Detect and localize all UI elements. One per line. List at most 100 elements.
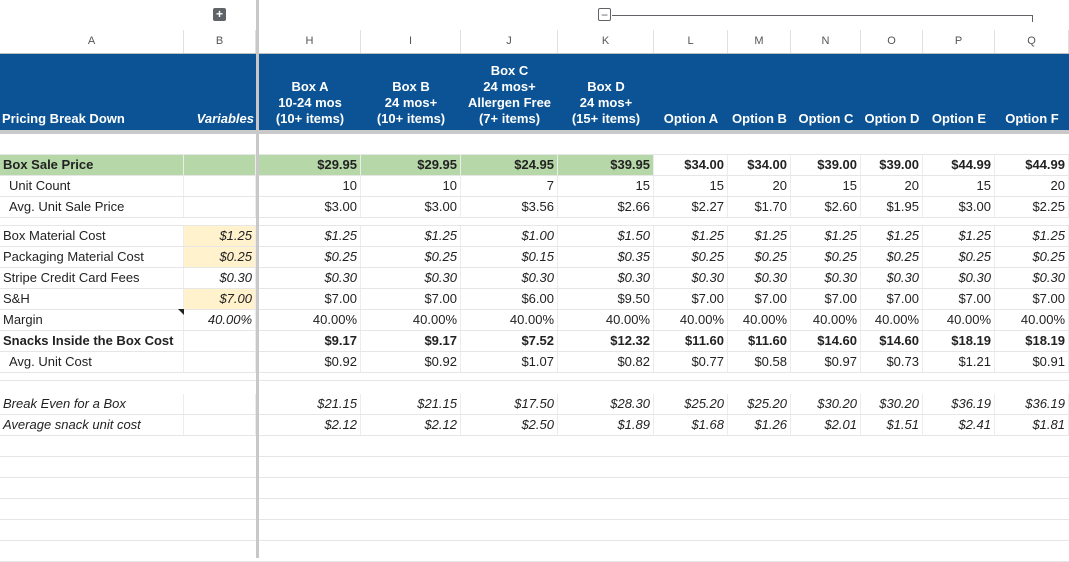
cell-value[interactable]: $29.95 [361,155,461,175]
cell-value[interactable]: $2.66 [558,197,654,217]
cell-value[interactable]: $1.51 [861,415,923,435]
cell-value[interactable]: $2.50 [461,415,558,435]
header-option-b[interactable]: Option B [728,111,791,127]
cell-value[interactable]: $3.00 [923,197,995,217]
cell-value[interactable]: $36.19 [923,394,995,414]
cell-value[interactable]: $2.01 [791,415,861,435]
cell-label[interactable]: Box Material Cost [0,226,184,246]
header-box-b[interactable]: Box B 24 mos+ (10+ items) [361,79,461,127]
cell-value[interactable]: 7 [461,176,558,196]
cell-value[interactable]: $7.00 [861,289,923,309]
header-option-d[interactable]: Option D [861,111,923,127]
cell-value[interactable]: $6.00 [461,289,558,309]
col-header-h[interactable]: H [259,30,361,53]
cell-label[interactable]: Packaging Material Cost [0,247,184,267]
cell-value[interactable]: 15 [791,176,861,196]
cell-value[interactable]: $0.58 [728,352,791,372]
cell-value[interactable]: $2.60 [791,197,861,217]
col-header-k[interactable]: K [558,30,654,53]
cell-label[interactable]: Snacks Inside the Box Cost [0,331,184,351]
cell-value[interactable]: $2.27 [654,197,728,217]
cell-value[interactable]: 40.00% [361,310,461,330]
cell-value[interactable]: $0.30 [923,268,995,288]
cell-value[interactable]: $0.97 [791,352,861,372]
header-option-f[interactable]: Option F [995,111,1069,127]
cell-value[interactable]: $1.25 [995,226,1069,246]
header-option-a[interactable]: Option A [654,111,728,127]
cell-value[interactable]: 40.00% [558,310,654,330]
cell-value[interactable]: $36.19 [995,394,1069,414]
col-header-i[interactable]: I [361,30,461,53]
col-header-n[interactable]: N [791,30,861,53]
cell-value[interactable]: $1.68 [654,415,728,435]
cell-value[interactable]: $0.25 [259,247,361,267]
frozen-column-divider[interactable] [256,0,259,558]
cell-label[interactable]: Margin [0,310,184,330]
cell-variable[interactable]: $7.00 [184,289,256,309]
cell-variable[interactable] [184,352,256,372]
cell-variable[interactable] [184,394,256,414]
cell-value[interactable]: $28.30 [558,394,654,414]
cell-value[interactable]: $0.35 [558,247,654,267]
cell-value[interactable]: $1.25 [654,226,728,246]
col-header-a[interactable]: A [0,30,184,53]
collapse-group-button[interactable]: − [598,8,611,21]
header-variables[interactable]: Variables [184,111,254,127]
header-box-a[interactable]: Box A 10-24 mos (10+ items) [259,79,361,127]
cell-value[interactable]: $0.25 [861,247,923,267]
cell-value[interactable]: $0.77 [654,352,728,372]
cell-variable[interactable]: $0.25 [184,247,256,267]
cell-value[interactable]: $7.00 [361,289,461,309]
cell-value[interactable]: $0.30 [361,268,461,288]
cell-value[interactable]: $7.00 [791,289,861,309]
cell-value[interactable]: $0.92 [259,352,361,372]
cell-value[interactable]: $1.07 [461,352,558,372]
cell-value[interactable]: $1.25 [259,226,361,246]
cell-value[interactable]: 40.00% [728,310,791,330]
cell-value[interactable]: $39.00 [861,155,923,175]
cell-value[interactable]: $0.30 [558,268,654,288]
cell-value[interactable]: $1.25 [791,226,861,246]
cell-value[interactable]: $2.25 [995,197,1069,217]
cell-value[interactable]: $9.50 [558,289,654,309]
col-header-q[interactable]: Q [995,30,1069,53]
cell-value[interactable]: $7.00 [654,289,728,309]
cell-value[interactable]: $14.60 [861,331,923,351]
col-header-l[interactable]: L [654,30,728,53]
cell-value[interactable]: $1.89 [558,415,654,435]
cell-value[interactable]: $39.00 [791,155,861,175]
cell-label[interactable]: Avg. Unit Cost [0,352,184,372]
cell-value[interactable]: $1.25 [361,226,461,246]
cell-value[interactable]: $0.25 [728,247,791,267]
cell-value[interactable]: $0.30 [995,268,1069,288]
cell-value[interactable]: $3.56 [461,197,558,217]
cell-value[interactable]: $7.00 [259,289,361,309]
cell-value[interactable]: 10 [259,176,361,196]
cell-value[interactable]: $25.20 [728,394,791,414]
spreadsheet-grid[interactable]: + − A B H I J K L M N O P Q Pricing Brea… [0,0,1069,562]
cell-value[interactable]: $29.95 [259,155,361,175]
cell-variable[interactable] [184,197,256,217]
cell-value[interactable]: $2.41 [923,415,995,435]
cell-value[interactable]: $0.30 [791,268,861,288]
cell-value[interactable]: $14.60 [791,331,861,351]
cell-value[interactable]: $44.99 [923,155,995,175]
cell-value[interactable]: $9.17 [361,331,461,351]
cell-value[interactable]: $0.25 [791,247,861,267]
cell-value[interactable]: 40.00% [461,310,558,330]
cell-value[interactable]: $1.81 [995,415,1069,435]
cell-value[interactable]: $11.60 [728,331,791,351]
cell-value[interactable]: $30.20 [861,394,923,414]
cell-value[interactable]: $1.25 [923,226,995,246]
cell-value[interactable]: $18.19 [923,331,995,351]
cell-label[interactable]: Avg. Unit Sale Price [0,197,184,217]
cell-value[interactable]: $0.30 [461,268,558,288]
cell-value[interactable]: $0.92 [361,352,461,372]
cell-value[interactable]: $39.95 [558,155,654,175]
cell-value[interactable]: 15 [558,176,654,196]
cell-value[interactable]: $25.20 [654,394,728,414]
cell-value[interactable]: $1.95 [861,197,923,217]
cell-label[interactable]: Average snack unit cost [0,415,184,435]
header-option-c[interactable]: Option C [791,111,861,127]
cell-variable[interactable]: 40.00% [184,310,256,330]
